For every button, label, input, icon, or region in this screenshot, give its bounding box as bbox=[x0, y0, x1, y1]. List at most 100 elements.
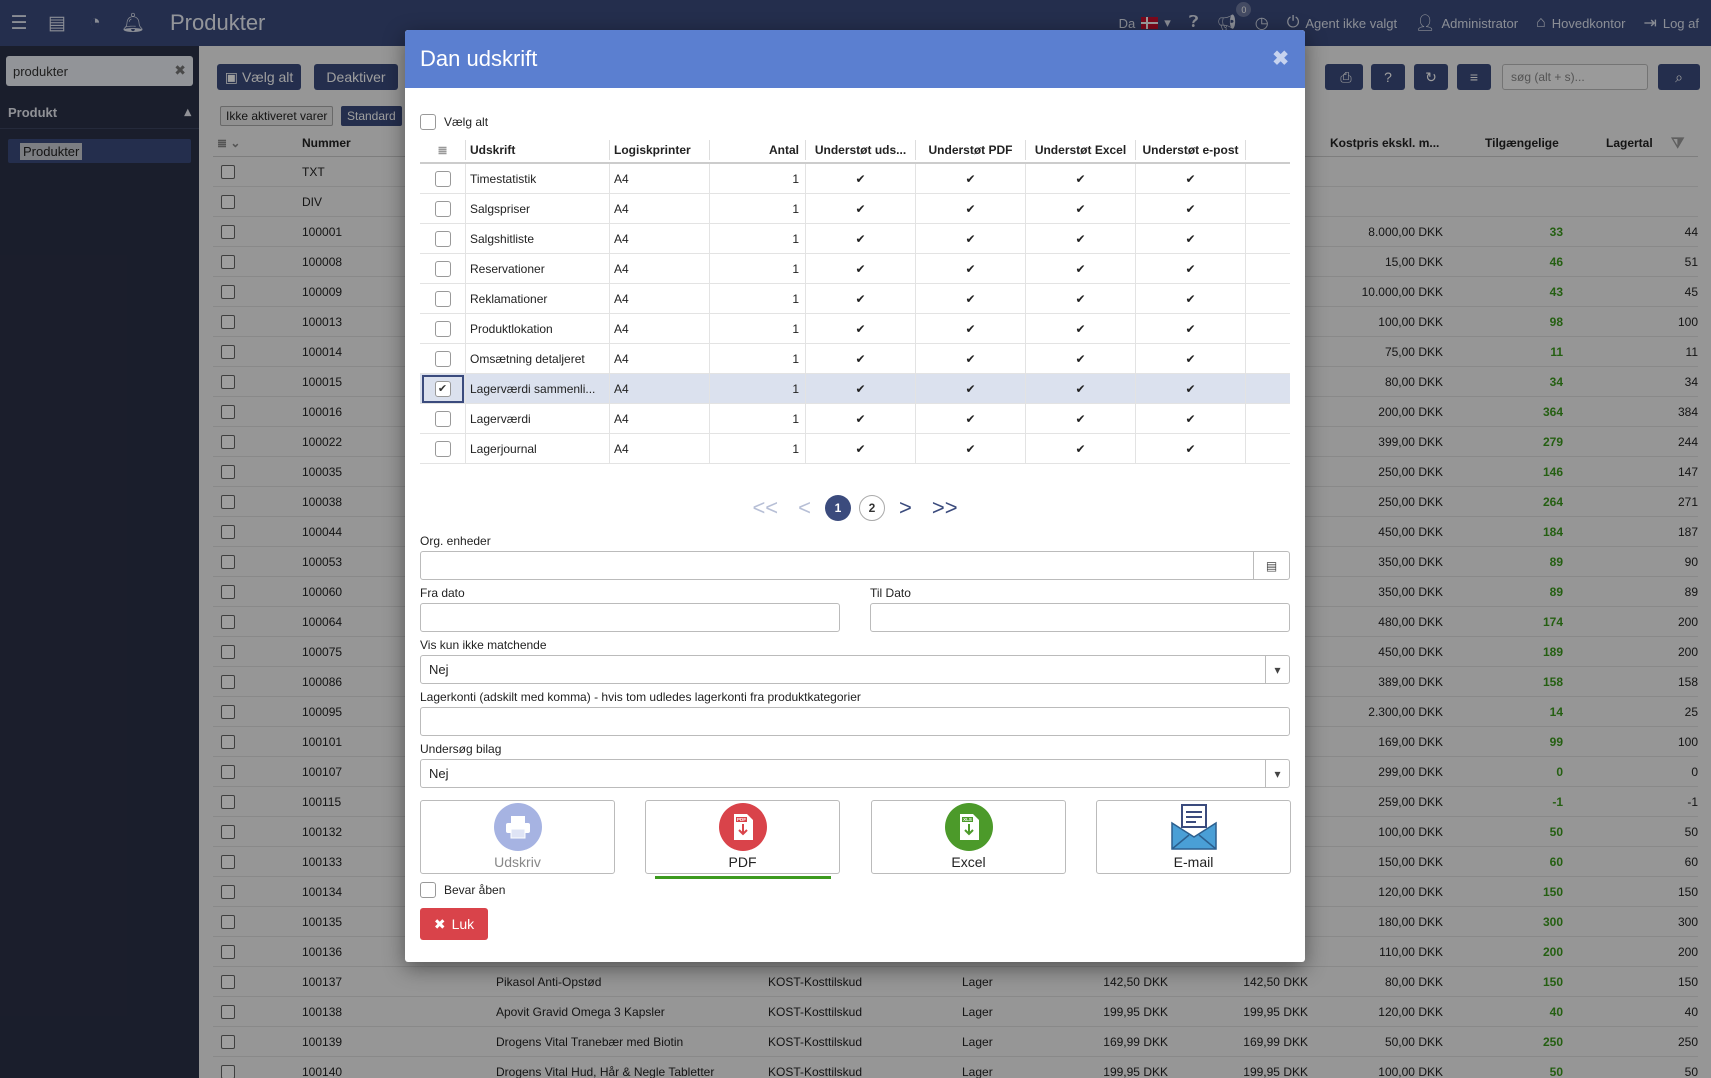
excel-button-label: Excel bbox=[951, 854, 986, 870]
supports-pdf-cell: ✔ bbox=[916, 284, 1026, 313]
email-button[interactable]: E-mail bbox=[1096, 800, 1291, 874]
checkmark-icon: ✔ bbox=[965, 291, 976, 306]
supports-pdf-cell: ✔ bbox=[916, 344, 1026, 373]
checkmark-icon: ✔ bbox=[1185, 231, 1196, 246]
report-name: Salgspriser bbox=[466, 194, 610, 223]
report-row-select[interactable] bbox=[420, 164, 466, 193]
checkmark-icon: ✔ bbox=[855, 411, 866, 426]
report-row[interactable]: Reklamationer A4 1 ✔ ✔ ✔ ✔ bbox=[420, 284, 1290, 314]
select-all-reports[interactable]: Vælg alt bbox=[420, 114, 488, 130]
supports-excel-cell: ✔ bbox=[1026, 344, 1136, 373]
report-row[interactable]: Omsætning detaljeret A4 1 ✔ ✔ ✔ ✔ bbox=[420, 344, 1290, 374]
row-spacer bbox=[1246, 434, 1288, 463]
supports-email-cell: ✔ bbox=[1136, 344, 1246, 373]
supports-pdf-cell: ✔ bbox=[916, 404, 1026, 433]
supports-email-cell: ✔ bbox=[1136, 224, 1246, 253]
print-dialog: Dan udskrift ✖ Vælg alt ≣ Udskrift Logis… bbox=[405, 30, 1305, 962]
column-printer[interactable]: Logiskprinter bbox=[610, 140, 710, 160]
from-date-field[interactable] bbox=[420, 603, 840, 632]
report-row-checkbox[interactable] bbox=[434, 410, 451, 427]
report-row-select[interactable] bbox=[420, 284, 466, 313]
close-button[interactable]: ✖ Luk bbox=[420, 908, 488, 940]
select-all-checkbox[interactable] bbox=[420, 114, 436, 130]
to-date-field[interactable] bbox=[870, 603, 1290, 632]
column-supports-print[interactable]: Understøt uds... bbox=[806, 140, 916, 160]
report-row-checkbox[interactable]: ✔ bbox=[434, 380, 451, 397]
checkmark-icon: ✔ bbox=[965, 321, 976, 336]
printer-icon bbox=[493, 803, 542, 851]
keep-open-checkbox[interactable] bbox=[420, 882, 436, 898]
report-row[interactable]: Lagerværdi A4 1 ✔ ✔ ✔ ✔ bbox=[420, 404, 1290, 434]
checkmark-icon: ✔ bbox=[1185, 381, 1196, 396]
checkmark-icon: ✔ bbox=[855, 261, 866, 276]
report-row-select[interactable] bbox=[420, 434, 466, 463]
checkmark-icon: ✔ bbox=[855, 321, 866, 336]
first-page-button[interactable]: << bbox=[752, 495, 778, 521]
page-2-button[interactable]: 2 bbox=[859, 495, 885, 521]
checkmark-icon: ✔ bbox=[1075, 201, 1086, 216]
excel-button[interactable]: XLS Excel bbox=[871, 800, 1066, 874]
report-row[interactable]: Salgspriser A4 1 ✔ ✔ ✔ ✔ bbox=[420, 194, 1290, 224]
next-page-button[interactable]: > bbox=[899, 495, 912, 521]
close-icon[interactable]: ✖ bbox=[1272, 46, 1289, 71]
checkmark-icon: ✔ bbox=[965, 351, 976, 366]
checkmark-icon: ✔ bbox=[855, 201, 866, 216]
reports-table-header: ≣ Udskrift Logiskprinter Antal Understøt… bbox=[420, 136, 1290, 164]
keep-open-toggle[interactable]: Bevar åben bbox=[420, 882, 505, 898]
checkmark-icon: ✔ bbox=[965, 201, 976, 216]
column-menu-icon[interactable]: ≣ bbox=[420, 140, 466, 160]
calendar-list-icon[interactable]: ▤ bbox=[1253, 552, 1289, 579]
report-row-checkbox[interactable] bbox=[434, 260, 451, 277]
org-units-field[interactable]: ▤ bbox=[420, 551, 1290, 580]
page-1-button[interactable]: 1 bbox=[825, 495, 851, 521]
org-units-label: Org. enheder bbox=[420, 534, 491, 548]
stock-accounts-field[interactable] bbox=[420, 707, 1290, 736]
pdf-button[interactable]: PDF PDF bbox=[645, 800, 840, 874]
last-page-button[interactable]: >> bbox=[932, 495, 958, 521]
report-row-checkbox[interactable] bbox=[434, 440, 451, 457]
report-row[interactable]: Timestatistik A4 1 ✔ ✔ ✔ ✔ bbox=[420, 164, 1290, 194]
report-count: 1 bbox=[710, 194, 806, 223]
report-printer: A4 bbox=[610, 434, 710, 463]
row-spacer bbox=[1246, 374, 1288, 403]
column-supports-email[interactable]: Understøt e-post bbox=[1136, 140, 1246, 160]
report-row[interactable]: ✔ Lagerværdi sammenli... A4 1 ✔ ✔ ✔ ✔ bbox=[420, 374, 1290, 404]
excel-file-icon: XLS bbox=[944, 803, 993, 851]
report-row[interactable]: Lagerjournal A4 1 ✔ ✔ ✔ ✔ bbox=[420, 434, 1290, 464]
report-row-checkbox[interactable] bbox=[434, 230, 451, 247]
checkmark-icon: ✔ bbox=[855, 351, 866, 366]
unmatched-only-select[interactable]: Nej ▾ bbox=[420, 655, 1290, 684]
checkmark-icon: ✔ bbox=[1185, 441, 1196, 456]
prev-page-button[interactable]: < bbox=[798, 495, 811, 521]
report-row[interactable]: Reservationer A4 1 ✔ ✔ ✔ ✔ bbox=[420, 254, 1290, 284]
report-row-select[interactable] bbox=[420, 344, 466, 373]
report-row[interactable]: Produktlokation A4 1 ✔ ✔ ✔ ✔ bbox=[420, 314, 1290, 344]
report-row-select[interactable] bbox=[420, 314, 466, 343]
checkmark-icon: ✔ bbox=[965, 231, 976, 246]
caret-down-icon: ▾ bbox=[1265, 656, 1289, 683]
report-row-checkbox[interactable] bbox=[434, 320, 451, 337]
reports-table: ≣ Udskrift Logiskprinter Antal Understøt… bbox=[420, 136, 1290, 464]
column-count[interactable]: Antal bbox=[710, 140, 806, 160]
examine-vouchers-select[interactable]: Nej ▾ bbox=[420, 759, 1290, 788]
report-row[interactable]: Salgshitliste A4 1 ✔ ✔ ✔ ✔ bbox=[420, 224, 1290, 254]
report-row-checkbox[interactable] bbox=[434, 200, 451, 217]
report-row-select[interactable] bbox=[420, 194, 466, 223]
column-report[interactable]: Udskrift bbox=[466, 140, 610, 160]
report-row-select[interactable]: ✔ bbox=[420, 374, 466, 403]
checkmark-icon: ✔ bbox=[1185, 291, 1196, 306]
report-name: Reservationer bbox=[466, 254, 610, 283]
report-row-select[interactable] bbox=[420, 404, 466, 433]
checkmark-icon: ✔ bbox=[855, 441, 866, 456]
report-row-select[interactable] bbox=[420, 224, 466, 253]
column-supports-pdf[interactable]: Understøt PDF bbox=[916, 140, 1026, 160]
report-row-checkbox[interactable] bbox=[434, 350, 451, 367]
report-row-checkbox[interactable] bbox=[434, 170, 451, 187]
column-supports-excel[interactable]: Understøt Excel bbox=[1026, 140, 1136, 160]
print-button[interactable]: Udskriv bbox=[420, 800, 615, 874]
pdf-active-indicator bbox=[655, 876, 831, 879]
dialog-header: Dan udskrift ✖ bbox=[405, 30, 1305, 88]
report-row-checkbox[interactable] bbox=[434, 290, 451, 307]
email-button-label: E-mail bbox=[1173, 854, 1214, 870]
report-row-select[interactable] bbox=[420, 254, 466, 283]
